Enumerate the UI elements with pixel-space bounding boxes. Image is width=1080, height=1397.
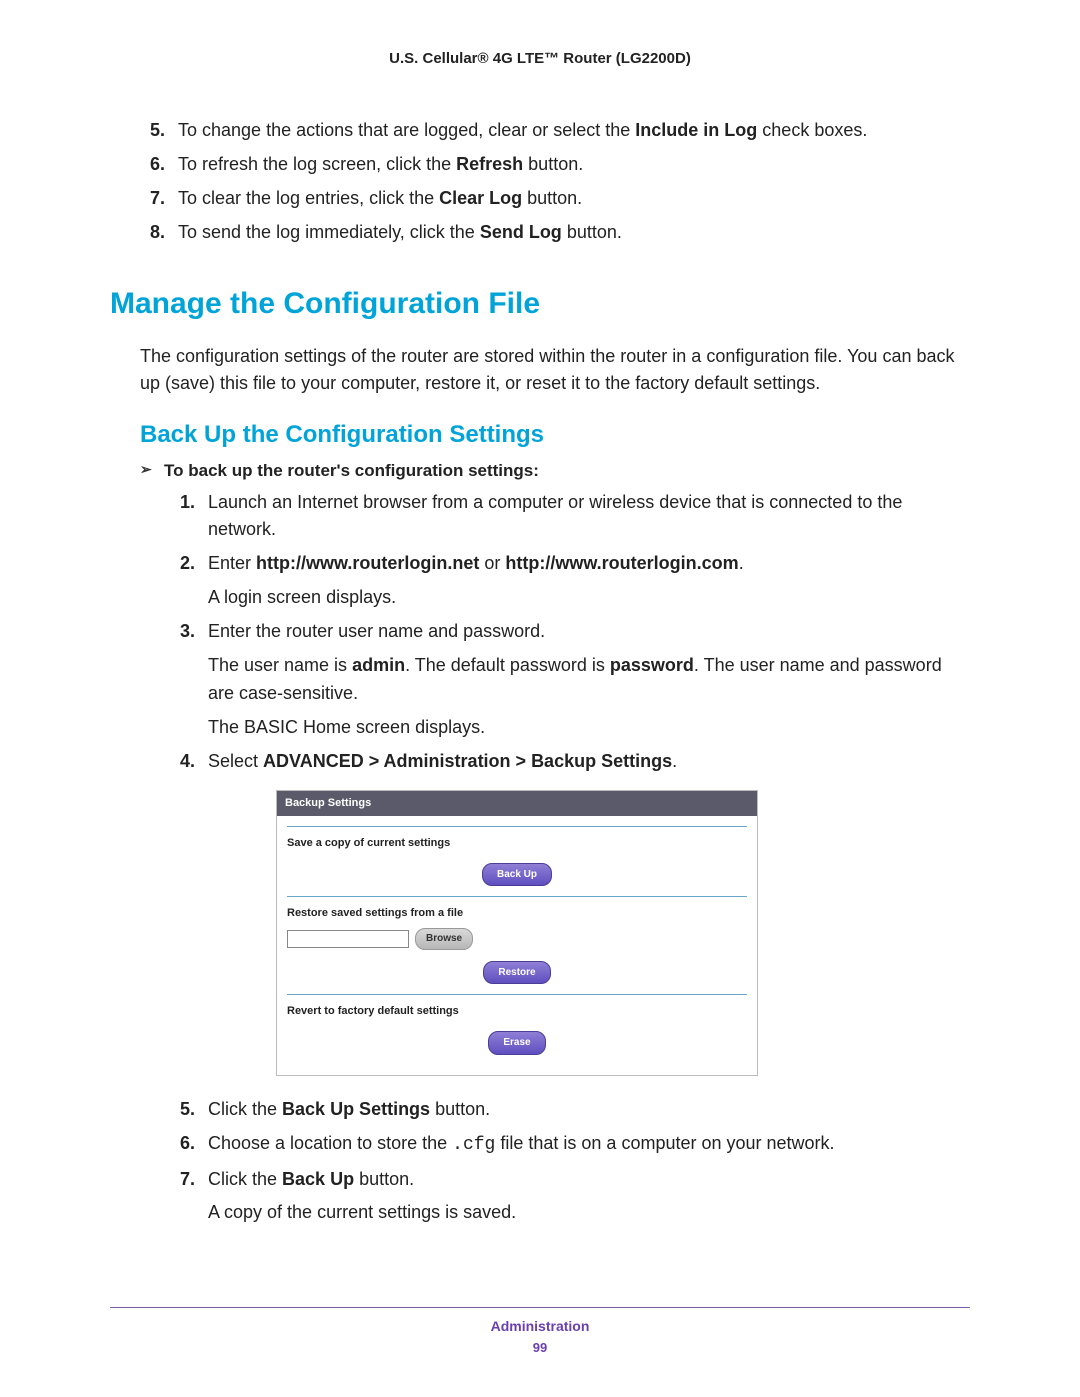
text: Enter the router user name and password. — [208, 621, 545, 641]
url-2: http://www.routerlogin.com — [505, 553, 738, 573]
text: . The default password is — [405, 655, 610, 675]
text: To send the log immediately, click the — [178, 222, 480, 242]
text: To clear the log entries, click the — [178, 188, 439, 208]
file-path-input[interactable] — [287, 930, 409, 948]
text: button. — [354, 1169, 414, 1189]
step-result: A copy of the current settings is saved. — [208, 1199, 970, 1227]
text: Select — [208, 751, 263, 771]
text: or — [479, 553, 505, 573]
text: Click the — [208, 1099, 282, 1119]
document-page: U.S. Cellular® 4G LTE™ Router (LG2200D) … — [0, 0, 1080, 1397]
credentials-note: The user name is admin. The default pass… — [208, 652, 970, 708]
text: . — [739, 553, 744, 573]
username-value: admin — [352, 655, 405, 675]
divider — [287, 994, 747, 995]
text: . — [672, 751, 677, 771]
backup-step-6: Choose a location to store the .cfg file… — [200, 1130, 970, 1160]
backup-step-list: Launch an Internet browser from a comput… — [110, 489, 970, 1228]
footer-category: Administration — [110, 1318, 970, 1334]
backup-step-1: Launch an Internet browser from a comput… — [200, 489, 970, 545]
page-footer: Administration 99 — [110, 1307, 970, 1355]
text: button. — [430, 1099, 490, 1119]
backup-settings-panel: Backup Settings Save a copy of current s… — [276, 790, 758, 1076]
text: Click the — [208, 1169, 282, 1189]
panel-section-save-label: Save a copy of current settings — [287, 835, 747, 852]
intro-paragraph: The configuration settings of the router… — [140, 343, 970, 397]
file-extension: .cfg — [452, 1135, 495, 1155]
page-header-title: U.S. Cellular® 4G LTE™ Router (LG2200D) — [110, 50, 970, 67]
panel-section-restore-label: Restore saved settings from a file — [287, 905, 747, 922]
panel-title: Backup Settings — [277, 791, 757, 816]
step-6: To refresh the log screen, click the Ref… — [170, 151, 970, 179]
text: button. — [523, 154, 583, 174]
text: Choose a location to store the — [208, 1133, 452, 1153]
url-1: http://www.routerlogin.net — [256, 553, 479, 573]
text: file that is on a computer on your netwo… — [495, 1133, 834, 1153]
task-heading: To back up the router's configuration se… — [140, 461, 970, 481]
text: The user name is — [208, 655, 352, 675]
divider — [287, 826, 747, 827]
step-7: To clear the log entries, click the Clea… — [170, 185, 970, 213]
text: check boxes. — [757, 120, 867, 140]
step-8: To send the log immediately, click the S… — [170, 219, 970, 247]
divider — [287, 896, 747, 897]
text: button. — [522, 188, 582, 208]
panel-body: Save a copy of current settings Back Up … — [277, 816, 757, 1075]
backup-step-4: Select ADVANCED > Administration > Backu… — [200, 748, 970, 1076]
heading-backup-settings: Back Up the Configuration Settings — [140, 421, 970, 449]
text: Launch an Internet browser from a comput… — [208, 492, 902, 540]
backup-step-3: Enter the router user name and password.… — [200, 618, 970, 742]
text: Enter — [208, 553, 256, 573]
backup-step-2: Enter http://www.routerlogin.net or http… — [200, 550, 970, 612]
restore-button[interactable]: Restore — [483, 961, 550, 985]
continued-step-list: To change the actions that are logged, c… — [110, 117, 970, 247]
bold-term: Send Log — [480, 222, 562, 242]
button-name: Back Up Settings — [282, 1099, 430, 1119]
backup-button[interactable]: Back Up — [482, 863, 552, 887]
step-result: The BASIC Home screen displays. — [208, 714, 970, 742]
panel-section-revert-label: Revert to factory default settings — [287, 1003, 747, 1020]
browse-button[interactable]: Browse — [415, 928, 473, 950]
text: To change the actions that are logged, c… — [178, 120, 635, 140]
footer-page-number: 99 — [110, 1340, 970, 1355]
backup-step-5: Click the Back Up Settings button. — [200, 1096, 970, 1124]
text: To refresh the log screen, click the — [178, 154, 456, 174]
erase-button[interactable]: Erase — [488, 1031, 545, 1055]
backup-step-7: Click the Back Up button. A copy of the … — [200, 1166, 970, 1228]
button-name: Back Up — [282, 1169, 354, 1189]
bold-term: Refresh — [456, 154, 523, 174]
step-result: A login screen displays. — [208, 584, 970, 612]
heading-manage-config: Manage the Configuration File — [110, 287, 970, 321]
menu-path: ADVANCED > Administration > Backup Setti… — [263, 751, 672, 771]
password-value: password — [610, 655, 694, 675]
text: button. — [562, 222, 622, 242]
bold-term: Include in Log — [635, 120, 757, 140]
bold-term: Clear Log — [439, 188, 522, 208]
step-5: To change the actions that are logged, c… — [170, 117, 970, 145]
